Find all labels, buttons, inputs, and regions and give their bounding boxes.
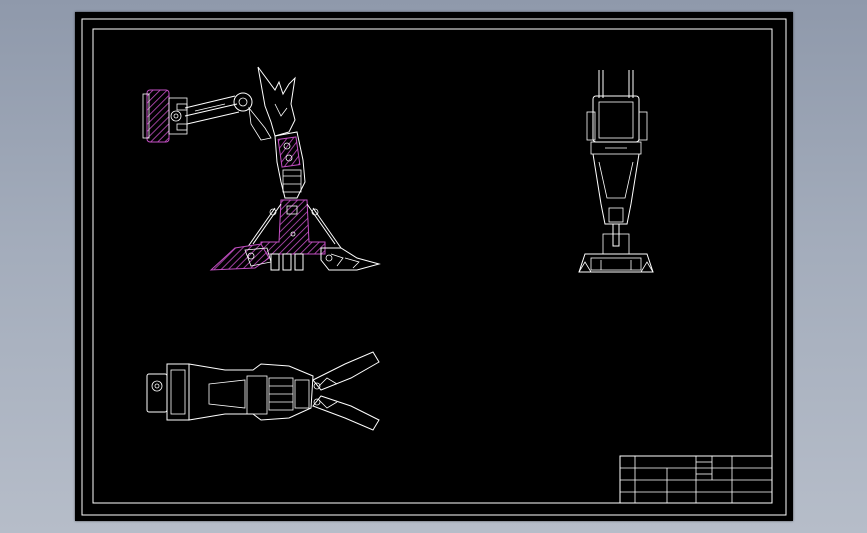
cad-drawing (81, 18, 787, 516)
drawing-sheet (75, 12, 793, 521)
title-block (619, 455, 773, 504)
top-view-arm (146, 351, 380, 431)
side-view-arm (578, 70, 654, 273)
front-view-arm (142, 66, 381, 271)
inner-border (92, 28, 773, 504)
outer-border (81, 18, 787, 516)
